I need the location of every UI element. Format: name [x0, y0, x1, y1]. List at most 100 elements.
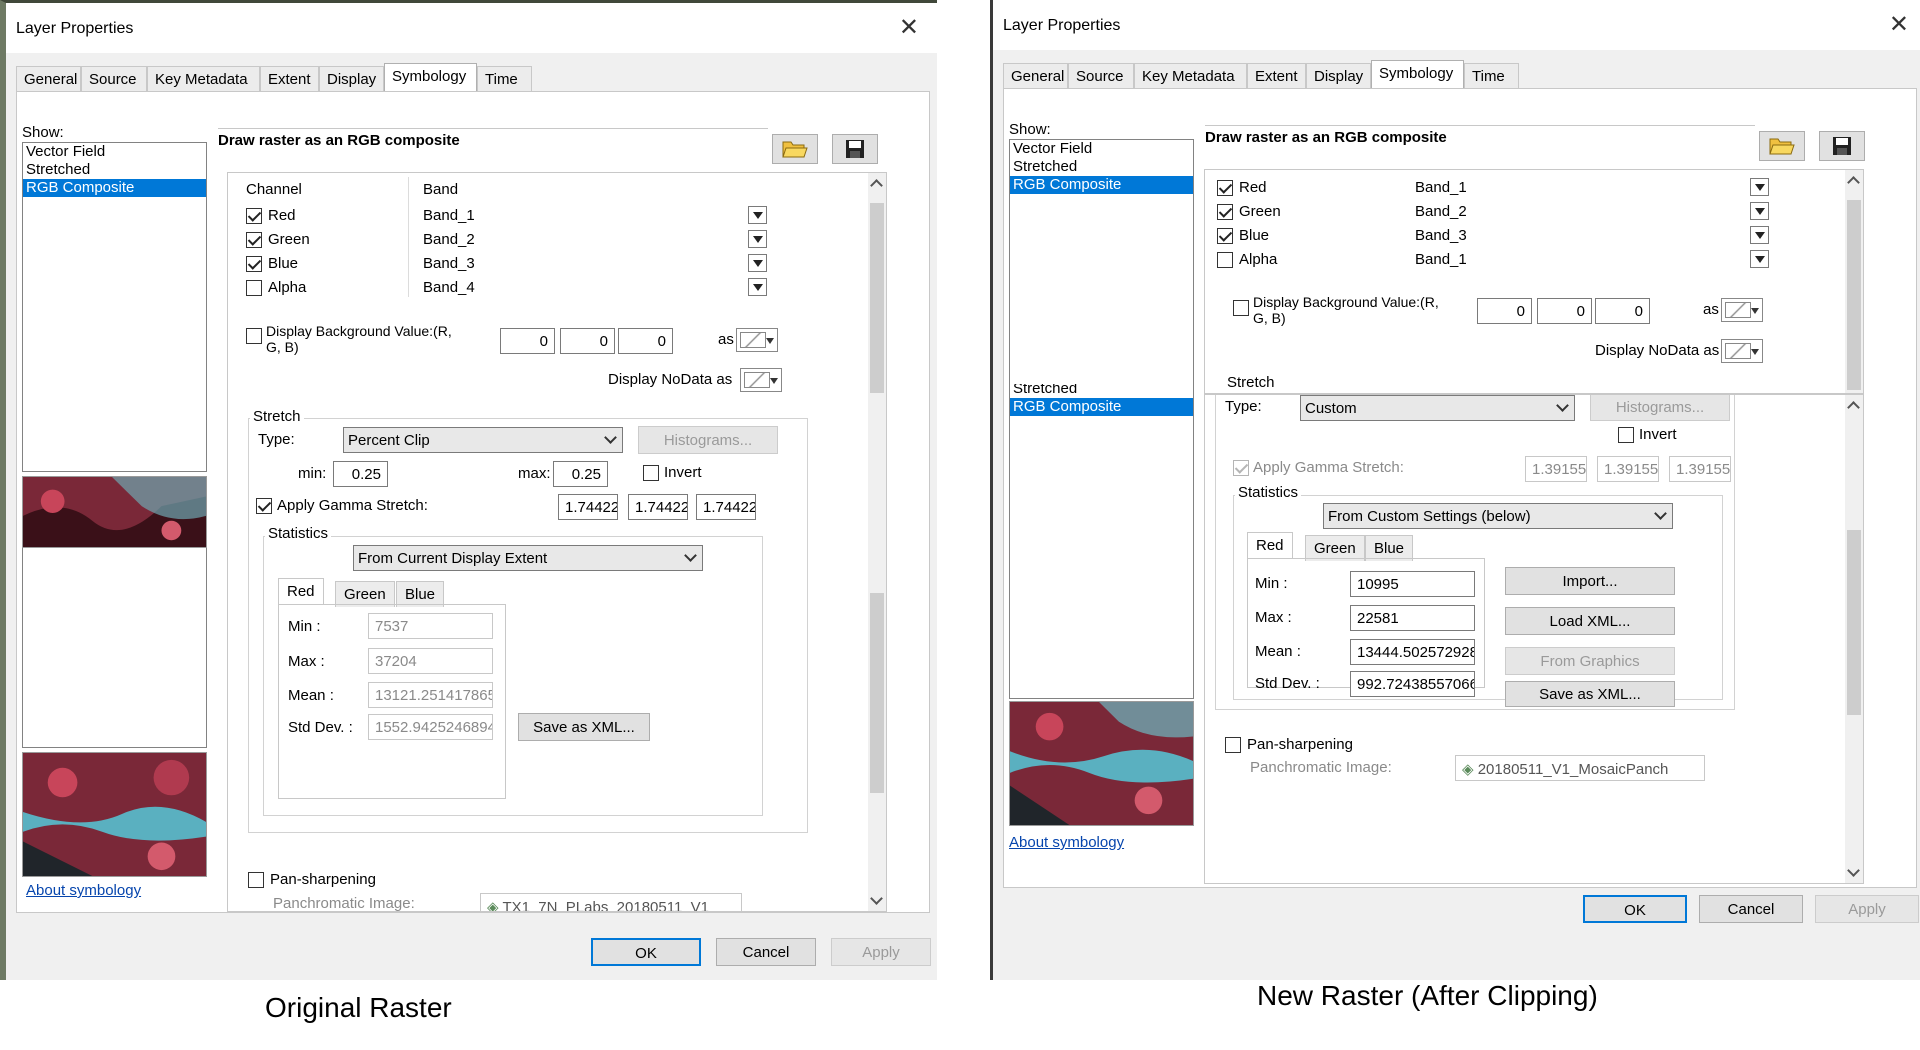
show-list[interactable]: Vector Field Stretched RGB Composite	[22, 142, 207, 472]
invert-checkbox[interactable]	[1618, 427, 1634, 443]
histograms-button[interactable]: Histograms...	[638, 426, 778, 454]
open-layer-file-button[interactable]	[1759, 131, 1805, 161]
scroll-up-icon[interactable]	[870, 179, 883, 192]
symbology-scroll-pane[interactable]: Channel Band Red Band_1 Green Band_2 Blu…	[227, 172, 887, 912]
show-item-stretched[interactable]: Stretched	[1010, 158, 1193, 176]
tab-key-metadata[interactable]: Key Metadata	[147, 66, 260, 91]
nodata-color-picker[interactable]	[1721, 339, 1763, 363]
scroll-thumb[interactable]	[1847, 200, 1861, 390]
about-symbology-link[interactable]: About symbology	[1009, 834, 1124, 851]
blue-band-dropdown[interactable]	[748, 254, 767, 272]
show-list[interactable]: Vector Field Stretched RGB Composite Str…	[1009, 139, 1194, 699]
background-b-input[interactable]: 0	[618, 328, 673, 354]
gamma-stretch-checkbox[interactable]	[1233, 460, 1249, 476]
gamma-r-input[interactable]: 1.74422	[558, 494, 618, 520]
scroll-up-icon[interactable]	[1847, 176, 1860, 189]
stat-max-input[interactable]: 22581	[1350, 605, 1475, 631]
save-layer-file-button[interactable]	[832, 134, 878, 164]
tab-extent[interactable]: Extent	[260, 66, 319, 91]
tab-symbology[interactable]: Symbology	[1371, 60, 1464, 89]
import-button[interactable]: Import...	[1505, 567, 1675, 595]
statistics-source-select[interactable]: From Current Display Extent	[353, 545, 703, 571]
stat-max-input[interactable]: 37204	[368, 648, 493, 674]
scroll-thumb-upper[interactable]	[870, 203, 884, 393]
red-channel-checkbox[interactable]	[246, 208, 262, 224]
blue-channel-checkbox[interactable]	[1217, 228, 1233, 244]
red-channel-checkbox[interactable]	[1217, 180, 1233, 196]
stat-mean-input[interactable]: 13121.2514178659	[368, 682, 493, 708]
close-icon[interactable]: ✕	[1889, 10, 1909, 39]
close-icon[interactable]: ✕	[899, 13, 919, 42]
green-band-dropdown[interactable]	[1750, 202, 1769, 220]
alpha-band-dropdown[interactable]	[748, 278, 767, 296]
green-band-dropdown[interactable]	[748, 230, 767, 248]
red-band-dropdown[interactable]	[1750, 178, 1769, 196]
gamma-b-input[interactable]: 1.39155	[1669, 456, 1731, 482]
upper-vertical-scrollbar[interactable]	[1845, 170, 1863, 393]
stat-min-input[interactable]: 7537	[368, 613, 493, 639]
cancel-button[interactable]: Cancel	[1699, 895, 1803, 923]
tab-source[interactable]: Source	[81, 66, 147, 91]
tab-display[interactable]: Display	[1306, 63, 1371, 88]
pan-sharpening-checkbox[interactable]	[248, 872, 264, 888]
tab-symbology[interactable]: Symbology	[384, 63, 477, 92]
tab-time[interactable]: Time	[477, 66, 532, 91]
channels-scroll-pane[interactable]: Red Band_1 Green Band_2 Blue Band_3 Alph…	[1204, 169, 1864, 394]
stretch-type-select[interactable]: Percent Clip	[343, 427, 623, 453]
alpha-band-dropdown[interactable]	[1750, 250, 1769, 268]
ok-button[interactable]: OK	[591, 938, 701, 966]
stat-tab-red[interactable]: Red	[1247, 532, 1293, 558]
show-item-rgb-composite[interactable]: RGB Composite	[23, 179, 206, 197]
alpha-channel-checkbox[interactable]	[1217, 252, 1233, 268]
alpha-channel-checkbox[interactable]	[246, 280, 262, 296]
red-band-dropdown[interactable]	[748, 206, 767, 224]
load-xml-button[interactable]: Load XML...	[1505, 607, 1675, 635]
from-graphics-button[interactable]: From Graphics	[1505, 647, 1675, 675]
background-value-checkbox[interactable]	[246, 328, 262, 344]
apply-button[interactable]: Apply	[831, 938, 931, 966]
show-item-vector-field[interactable]: Vector Field	[1010, 140, 1193, 158]
gamma-b-input[interactable]: 1.74422	[696, 494, 756, 520]
panchromatic-select[interactable]: ◈ 20180511_V1_MosaicPanch	[1455, 755, 1705, 781]
tab-time[interactable]: Time	[1464, 63, 1519, 88]
background-g-input[interactable]: 0	[560, 328, 615, 354]
stat-tab-red[interactable]: Red	[278, 578, 324, 604]
min-input[interactable]: 0.25	[333, 461, 388, 487]
save-layer-file-button[interactable]	[1819, 131, 1865, 161]
statistics-source-select[interactable]: From Custom Settings (below)	[1323, 503, 1673, 529]
stat-mean-input[interactable]: 13444.5025729281	[1350, 639, 1475, 665]
save-as-xml-button[interactable]: Save as XML...	[1505, 681, 1675, 707]
histograms-button[interactable]: Histograms...	[1590, 395, 1730, 421]
green-channel-checkbox[interactable]	[246, 232, 262, 248]
panchromatic-select[interactable]: ◈ TX1_7N_PLabs_20180511_V1	[480, 893, 742, 911]
about-symbology-link[interactable]: About symbology	[26, 882, 141, 899]
tab-extent[interactable]: Extent	[1247, 63, 1306, 88]
show-item-stretched[interactable]: Stretched	[23, 161, 206, 179]
gamma-g-input[interactable]: 1.74422	[628, 494, 688, 520]
tab-general[interactable]: General	[16, 66, 81, 91]
background-r-input[interactable]: 0	[500, 328, 555, 354]
background-g-input[interactable]: 0	[1537, 298, 1592, 324]
scroll-down-icon[interactable]	[870, 892, 883, 905]
lower-vertical-scrollbar[interactable]	[1845, 395, 1863, 883]
green-channel-checkbox[interactable]	[1217, 204, 1233, 220]
scroll-thumb-lower[interactable]	[870, 593, 884, 793]
vertical-scrollbar[interactable]	[868, 173, 886, 911]
scroll-up-icon[interactable]	[1847, 401, 1860, 414]
blue-channel-checkbox[interactable]	[246, 256, 262, 272]
stretch-scroll-pane[interactable]: Type: Custom Histograms... Invert Apply …	[1204, 394, 1864, 884]
show-item-rgb-composite[interactable]: RGB Composite	[1010, 176, 1193, 194]
blue-band-dropdown[interactable]	[1750, 226, 1769, 244]
background-color-picker[interactable]	[1721, 298, 1763, 322]
background-color-picker[interactable]	[736, 328, 778, 352]
background-b-input[interactable]: 0	[1595, 298, 1650, 324]
scroll-down-icon[interactable]	[1847, 864, 1860, 877]
show-item-vector-field[interactable]: Vector Field	[23, 143, 206, 161]
stretch-type-select[interactable]: Custom	[1300, 395, 1575, 421]
open-layer-file-button[interactable]	[772, 134, 818, 164]
gamma-g-input[interactable]: 1.39155	[1597, 456, 1659, 482]
nodata-color-picker[interactable]	[740, 368, 782, 392]
stat-min-input[interactable]: 10995	[1350, 571, 1475, 597]
gamma-r-input[interactable]: 1.39155	[1525, 456, 1587, 482]
tab-general[interactable]: General	[1003, 63, 1068, 88]
